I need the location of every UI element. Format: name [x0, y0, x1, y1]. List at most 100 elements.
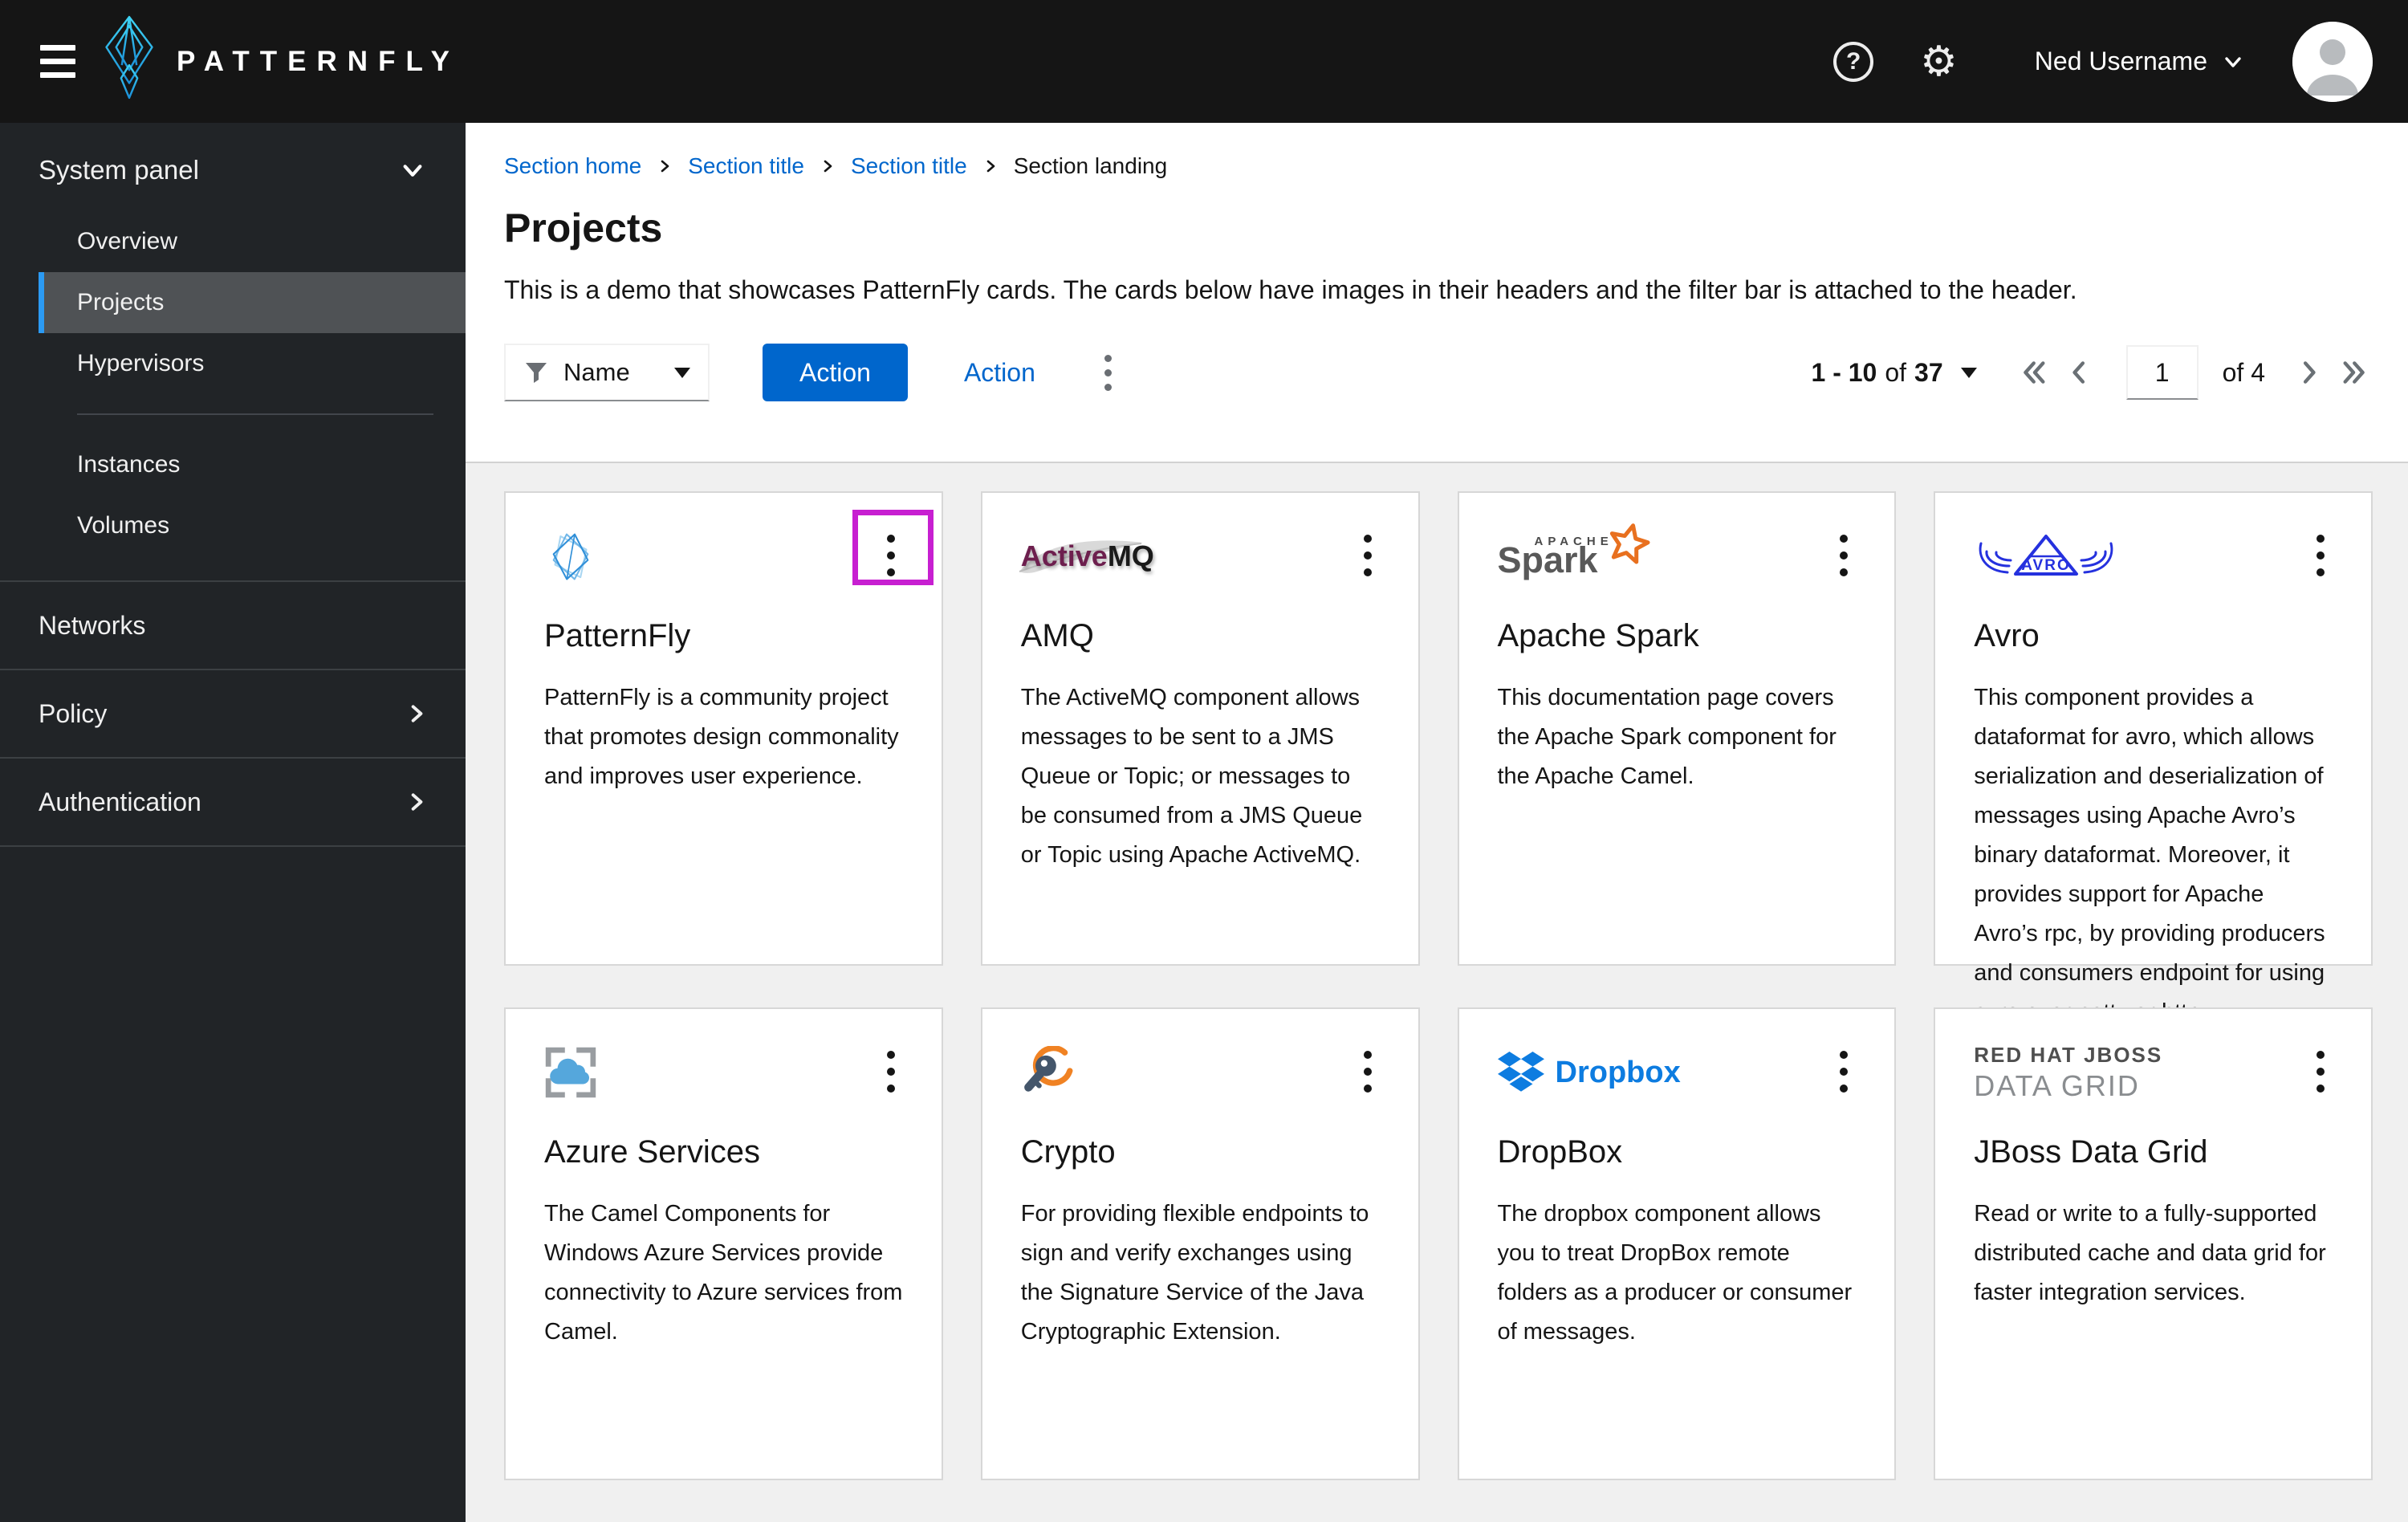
- page-title: Projects: [504, 206, 663, 250]
- page-count-label: of 4: [2222, 357, 2265, 387]
- masthead-utilities: ? ⚙ Ned Username: [1833, 21, 2373, 102]
- azure-cloud-logo: [544, 1046, 903, 1099]
- primary-action-button[interactable]: Action: [763, 344, 908, 401]
- card-kebab-menu[interactable]: [868, 1035, 914, 1109]
- card-kebab-menu[interactable]: [1344, 1035, 1391, 1109]
- sidebar-subnav: Overview Projects Hypervisors Instances …: [0, 211, 466, 556]
- username-label: Ned Username: [2034, 47, 2207, 75]
- card-kebab-menu[interactable]: [1820, 519, 1867, 592]
- sidebar-item-policy[interactable]: Policy: [0, 670, 466, 759]
- toolbar: Name Action Action 1 - 10 of 37 1 of 4: [504, 344, 2373, 401]
- link-action-button[interactable]: Action: [964, 358, 1035, 388]
- sidebar-item-authentication[interactable]: Authentication: [0, 759, 466, 847]
- crypto-key-logo: [1021, 1046, 1380, 1099]
- card-kebab-menu[interactable]: [868, 519, 914, 592]
- patternfly-kite-icon: [103, 14, 156, 108]
- filter-icon: [526, 363, 547, 383]
- card-title: Avro: [1974, 618, 2040, 653]
- main-content: Section home Section title Section title…: [466, 123, 2408, 1522]
- card-title: Azure Services: [544, 1134, 760, 1170]
- card-title: JBoss Data Grid: [1974, 1134, 2208, 1170]
- chevron-right-icon: [820, 159, 835, 173]
- sidebar-item-networks[interactable]: Networks: [0, 582, 466, 670]
- next-page-button[interactable]: [2289, 353, 2328, 392]
- breadcrumb-current: Section landing: [1013, 153, 1168, 178]
- pagination-nav: of 4: [2015, 345, 2373, 400]
- caret-down-icon: [1960, 367, 1977, 378]
- dropbox-glyph-icon: [1497, 1052, 1544, 1092]
- card-description: The Camel Components for Windows Azure S…: [544, 1201, 903, 1345]
- system-panel-label: System panel: [39, 155, 199, 185]
- card-description: PatternFly is a community project that p…: [544, 685, 899, 789]
- card-title: Apache Spark: [1497, 618, 1699, 653]
- per-page-dropdown[interactable]: 1 - 10 of 37: [1812, 358, 1977, 388]
- sidebar-divider: [77, 413, 433, 415]
- card-patternfly: PatternFly PatternFly is a community pro…: [504, 491, 943, 966]
- brand: PATTERNFLY: [103, 14, 460, 108]
- card-title: Crypto: [1020, 1134, 1116, 1170]
- chevron-down-icon: [2225, 56, 2241, 67]
- toolbar-actions: Name Action Action: [504, 344, 1118, 401]
- pagination-range: 1 - 10: [1811, 357, 1877, 387]
- card-grid: PatternFly PatternFly is a community pro…: [466, 463, 2408, 1522]
- pagination-total: 37: [1914, 357, 1943, 387]
- activemq-logo: ActiveMQ: [1019, 530, 1380, 583]
- card-description: This documentation page covers the Apach…: [1497, 685, 1837, 789]
- sidebar-item-volumes[interactable]: Volumes: [39, 495, 466, 556]
- kebab-icon: [1840, 535, 1849, 543]
- user-menu-dropdown[interactable]: Ned Username: [2035, 47, 2243, 76]
- chevron-down-icon: [403, 165, 422, 177]
- chevron-right-icon: [657, 159, 672, 173]
- card-azure-services: Azure Services The Camel Components for …: [504, 1007, 943, 1480]
- chevron-right-icon: [411, 793, 423, 811]
- dropbox-logo: Dropbox: [1497, 1046, 1857, 1099]
- page-header-section: Section home Section title Section title…: [466, 123, 2408, 463]
- angle-double-right-icon: [2343, 361, 2365, 384]
- pagination-of-label: of: [1885, 357, 1907, 387]
- card-description: Read or write to a fully-supported distr…: [1974, 1201, 2326, 1305]
- breadcrumb-link-section-title-1[interactable]: Section title: [688, 153, 804, 179]
- card-kebab-menu[interactable]: [2297, 519, 2344, 592]
- hamburger-menu-button[interactable]: [40, 40, 75, 83]
- sidebar-item-overview[interactable]: Overview: [39, 211, 466, 272]
- sidebar-system-panel-group: System panel Overview Projects Hyperviso…: [0, 123, 466, 582]
- angle-left-icon: [2072, 361, 2085, 384]
- card-avro: AVRO Avro This component provides a data…: [1934, 491, 2373, 1025]
- sidebar-item-hypervisors[interactable]: Hypervisors: [39, 333, 466, 394]
- card-kebab-menu[interactable]: [2297, 1035, 2344, 1109]
- angle-double-left-icon: [2023, 361, 2045, 384]
- kebab-icon: [886, 1051, 895, 1059]
- card-kebab-menu[interactable]: [1820, 1035, 1867, 1109]
- breadcrumb-link-section-home[interactable]: Section home: [504, 153, 641, 179]
- avatar[interactable]: [2292, 21, 2373, 102]
- page-description: This is a demo that showcases PatternFly…: [504, 275, 2077, 304]
- avatar-silhouette-icon: [2292, 21, 2373, 102]
- sidebar-item-instances[interactable]: Instances: [39, 434, 466, 495]
- sidebar-item-projects[interactable]: Projects: [39, 272, 466, 333]
- caret-down-icon: [674, 367, 690, 378]
- apache-spark-logo: APACHE Spark: [1498, 523, 1650, 578]
- star-icon: [1609, 523, 1650, 564]
- settings-button[interactable]: ⚙: [1920, 41, 1958, 83]
- last-page-button[interactable]: [2334, 353, 2373, 392]
- breadcrumb-link-section-title-2[interactable]: Section title: [851, 153, 967, 179]
- sidebar: System panel Overview Projects Hyperviso…: [0, 123, 466, 1522]
- help-button[interactable]: ?: [1833, 41, 1874, 82]
- app-root: PATTERNFLY ? ⚙ Ned Username System panel…: [0, 0, 2408, 1522]
- current-page-input[interactable]: [2125, 345, 2199, 400]
- first-page-button[interactable]: [2015, 353, 2054, 392]
- pagination: 1 - 10 of 37 1 of 4: [1812, 345, 2373, 400]
- brand-wordmark: PATTERNFLY: [177, 45, 460, 77]
- card-dropbox: Dropbox DropBox The dropbox component al…: [1457, 1007, 1897, 1480]
- previous-page-button[interactable]: [2060, 353, 2099, 392]
- card-description: This component provides a dataformat for…: [1974, 685, 2325, 1025]
- filter-dropdown[interactable]: Name: [504, 344, 710, 401]
- sidebar-item-system-panel[interactable]: System panel: [0, 123, 466, 185]
- chevron-right-icon: [983, 159, 998, 173]
- card-jboss-data-grid: RED HAT JBOSS DATA GRID JBoss Data Grid …: [1934, 1007, 2373, 1480]
- patternfly-diamond-logo: [544, 530, 903, 583]
- card-crypto: Crypto For providing flexible endpoints …: [980, 1007, 1420, 1480]
- chevron-right-icon: [411, 705, 423, 722]
- kebab-icon: [1840, 1051, 1849, 1059]
- toolbar-kebab-menu[interactable]: [1098, 348, 1118, 397]
